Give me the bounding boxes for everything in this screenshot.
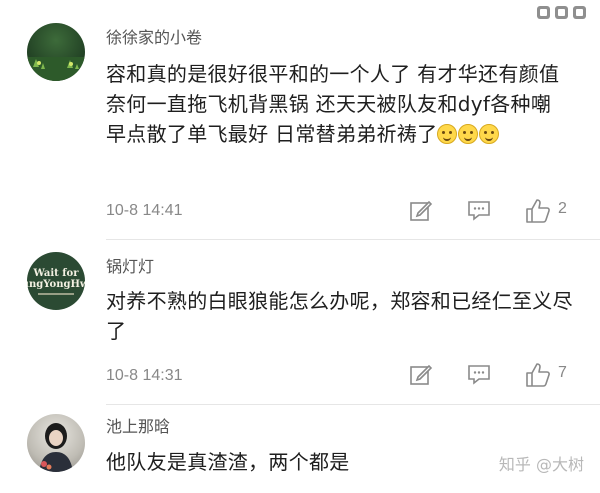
comment-item: 池上那晗 他队友是真渣渣，两个都是	[0, 405, 600, 493]
comment-text: 对养不熟的白眼狼能怎么办呢，郑容和已经仁至义尽了	[106, 289, 573, 343]
comment-actions: 2	[400, 197, 600, 225]
thumbs-up-icon[interactable]	[524, 361, 552, 393]
watermark: 知乎 @大树	[498, 455, 584, 474]
emoji-group	[437, 124, 500, 144]
reply-icon[interactable]	[466, 361, 492, 391]
avatar-text: JungYongHwa	[27, 278, 85, 290]
reply-icon[interactable]	[466, 197, 492, 227]
comment-item: 徐徐家的小卷 容和真的是很好很平和的一个人了 有才华还有颜值 奈何一直拖飞机背黑…	[0, 0, 600, 240]
comment-nickname[interactable]: 锅灯灯	[106, 257, 154, 277]
smile-emoji-icon	[479, 124, 500, 144]
comment-time: 10-8 14:31	[106, 367, 183, 384]
like-count: 2	[558, 200, 567, 217]
like-count: 7	[558, 364, 567, 381]
comment-text: 容和真的是很好很平和的一个人了 有才华还有颜值 奈何一直拖飞机背黑锅 还天天被队…	[106, 59, 576, 149]
edit-icon[interactable]	[408, 361, 434, 391]
edit-icon[interactable]	[408, 197, 434, 227]
comment-actions: 7	[400, 361, 600, 389]
smile-emoji-icon	[437, 124, 458, 144]
avatar-decoration	[38, 292, 74, 295]
comment-time: 10-8 14:41	[106, 202, 183, 219]
comment-nickname[interactable]: 池上那晗	[106, 417, 170, 437]
comment-nickname[interactable]: 徐徐家的小卷	[106, 28, 202, 48]
comment-item: Wait for JungYongHwa 锅灯灯 对养不熟的白眼狼能怎么办呢，郑…	[0, 240, 600, 410]
avatar-text: Wait for	[33, 267, 79, 279]
avatar[interactable]: Wait for JungYongHwa	[27, 252, 85, 310]
smile-emoji-icon	[458, 124, 479, 144]
avatar[interactable]	[27, 414, 85, 472]
thumbs-up-icon[interactable]	[524, 197, 552, 229]
avatar[interactable]	[27, 23, 85, 81]
